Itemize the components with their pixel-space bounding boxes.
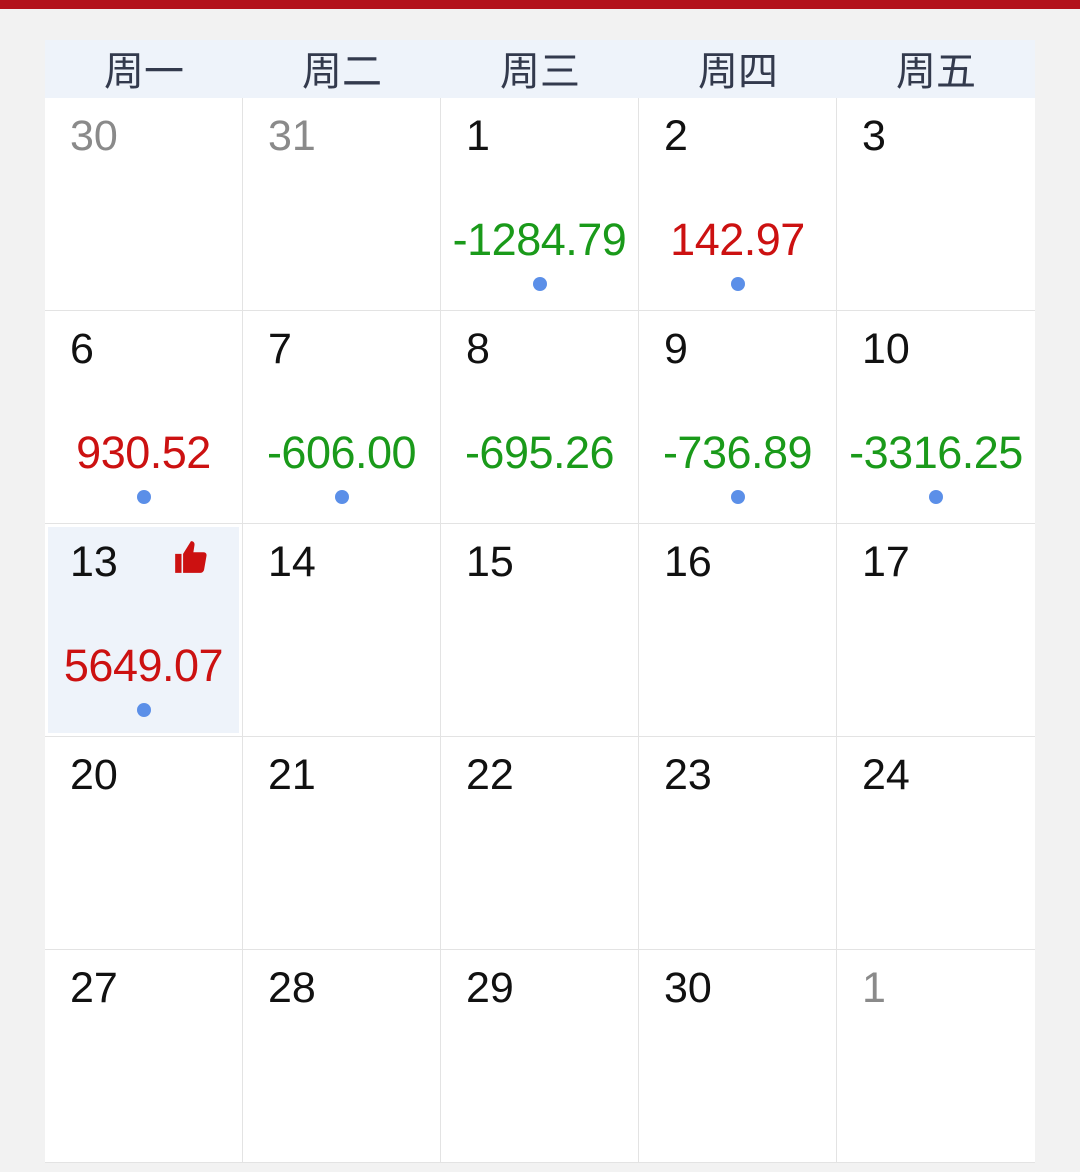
calendar-day-cell[interactable]: 14 (243, 524, 441, 737)
day-number: 2 (664, 112, 688, 160)
day-number: 1 (466, 112, 490, 160)
thumbs-up-icon (175, 541, 207, 573)
daily-profit-value: -695.26 (464, 427, 615, 478)
calendar-day-cell[interactable]: 6 930.52 (45, 311, 243, 524)
day-number: 31 (268, 112, 316, 160)
day-number: 15 (466, 538, 514, 586)
day-number: 1 (862, 964, 886, 1012)
daily-profit-value: -3316.25 (849, 427, 1023, 478)
calendar-day-cell[interactable]: 23 (639, 737, 837, 950)
calendar-day-cell[interactable]: 1 (837, 950, 1035, 1163)
calendar-day-cell[interactable]: 9 -736.89 (639, 311, 837, 524)
record-dot-indicator (335, 490, 349, 504)
day-number: 16 (664, 538, 712, 586)
daily-profit-value: 930.52 (76, 427, 211, 478)
day-number: 8 (466, 325, 490, 373)
day-number: 28 (268, 964, 316, 1012)
record-dot-indicator (137, 490, 151, 504)
daily-profit-value: -606.00 (266, 427, 417, 478)
day-number: 24 (862, 751, 910, 799)
weekday-fri: 周五 (896, 49, 976, 95)
calendar-day-cell[interactable]: 13 5649.07 (45, 524, 243, 737)
calendar-day-cell[interactable]: 30 (45, 98, 243, 311)
calendar-day-cell[interactable]: 2 142.97 (639, 98, 837, 311)
weekday-tue: 周二 (302, 49, 382, 95)
calendar-day-cell[interactable]: 3 (837, 98, 1035, 311)
daily-profit-value: -1284.79 (452, 214, 627, 265)
calendar-day-cell[interactable]: 27 (45, 950, 243, 1163)
profit-calendar: 周一 周二 周三 周四 周五 30 31 1 -1284.79 2 142.97 3 6 930… (45, 40, 1035, 1163)
day-number: 7 (268, 325, 292, 373)
calendar-grid: 30 31 1 -1284.79 2 142.97 3 6 930.52 7 -606.00 8 -69… (45, 98, 1035, 1163)
top-accent-bar (0, 0, 1080, 9)
day-number: 9 (664, 325, 688, 373)
calendar-day-cell[interactable]: 30 (639, 950, 837, 1163)
day-number: 30 (664, 964, 712, 1012)
day-number: 21 (268, 751, 316, 799)
calendar-day-cell[interactable]: 17 (837, 524, 1035, 737)
day-number: 14 (268, 538, 316, 586)
day-number: 23 (664, 751, 712, 799)
day-number: 22 (466, 751, 514, 799)
calendar-day-cell[interactable]: 1 -1284.79 (441, 98, 639, 311)
record-dot-indicator (929, 490, 943, 504)
calendar-day-cell[interactable]: 10 -3316.25 (837, 311, 1035, 524)
day-number: 13 (70, 538, 118, 586)
calendar-day-cell[interactable]: 22 (441, 737, 639, 950)
day-number: 6 (70, 325, 94, 373)
calendar-day-cell[interactable]: 16 (639, 524, 837, 737)
day-number: 20 (70, 751, 118, 799)
calendar-day-cell[interactable]: 8 -695.26 (441, 311, 639, 524)
day-number: 27 (70, 964, 118, 1012)
daily-profit-value: -736.89 (662, 427, 813, 478)
daily-profit-value: 5649.07 (63, 640, 224, 691)
calendar-day-cell[interactable]: 21 (243, 737, 441, 950)
day-number: 17 (862, 538, 910, 586)
weekday-mon: 周一 (104, 49, 184, 95)
calendar-day-cell[interactable]: 28 (243, 950, 441, 1163)
weekday-thu: 周四 (698, 49, 778, 95)
record-dot-indicator (137, 703, 151, 717)
day-number: 3 (862, 112, 886, 160)
day-number: 29 (466, 964, 514, 1012)
calendar-day-cell[interactable]: 31 (243, 98, 441, 311)
daily-profit-value: 142.97 (670, 214, 805, 265)
weekday-wed: 周三 (500, 49, 580, 95)
record-dot-indicator (731, 277, 745, 291)
day-number: 10 (862, 325, 910, 373)
record-dot-indicator (533, 277, 547, 291)
calendar-day-cell[interactable]: 7 -606.00 (243, 311, 441, 524)
calendar-day-cell[interactable]: 29 (441, 950, 639, 1163)
calendar-day-cell[interactable]: 15 (441, 524, 639, 737)
record-dot-indicator (731, 490, 745, 504)
calendar-day-cell[interactable]: 20 (45, 737, 243, 950)
day-number: 30 (70, 112, 118, 160)
calendar-day-cell[interactable]: 24 (837, 737, 1035, 950)
weekday-header: 周一 周二 周三 周四 周五 (45, 40, 1035, 98)
